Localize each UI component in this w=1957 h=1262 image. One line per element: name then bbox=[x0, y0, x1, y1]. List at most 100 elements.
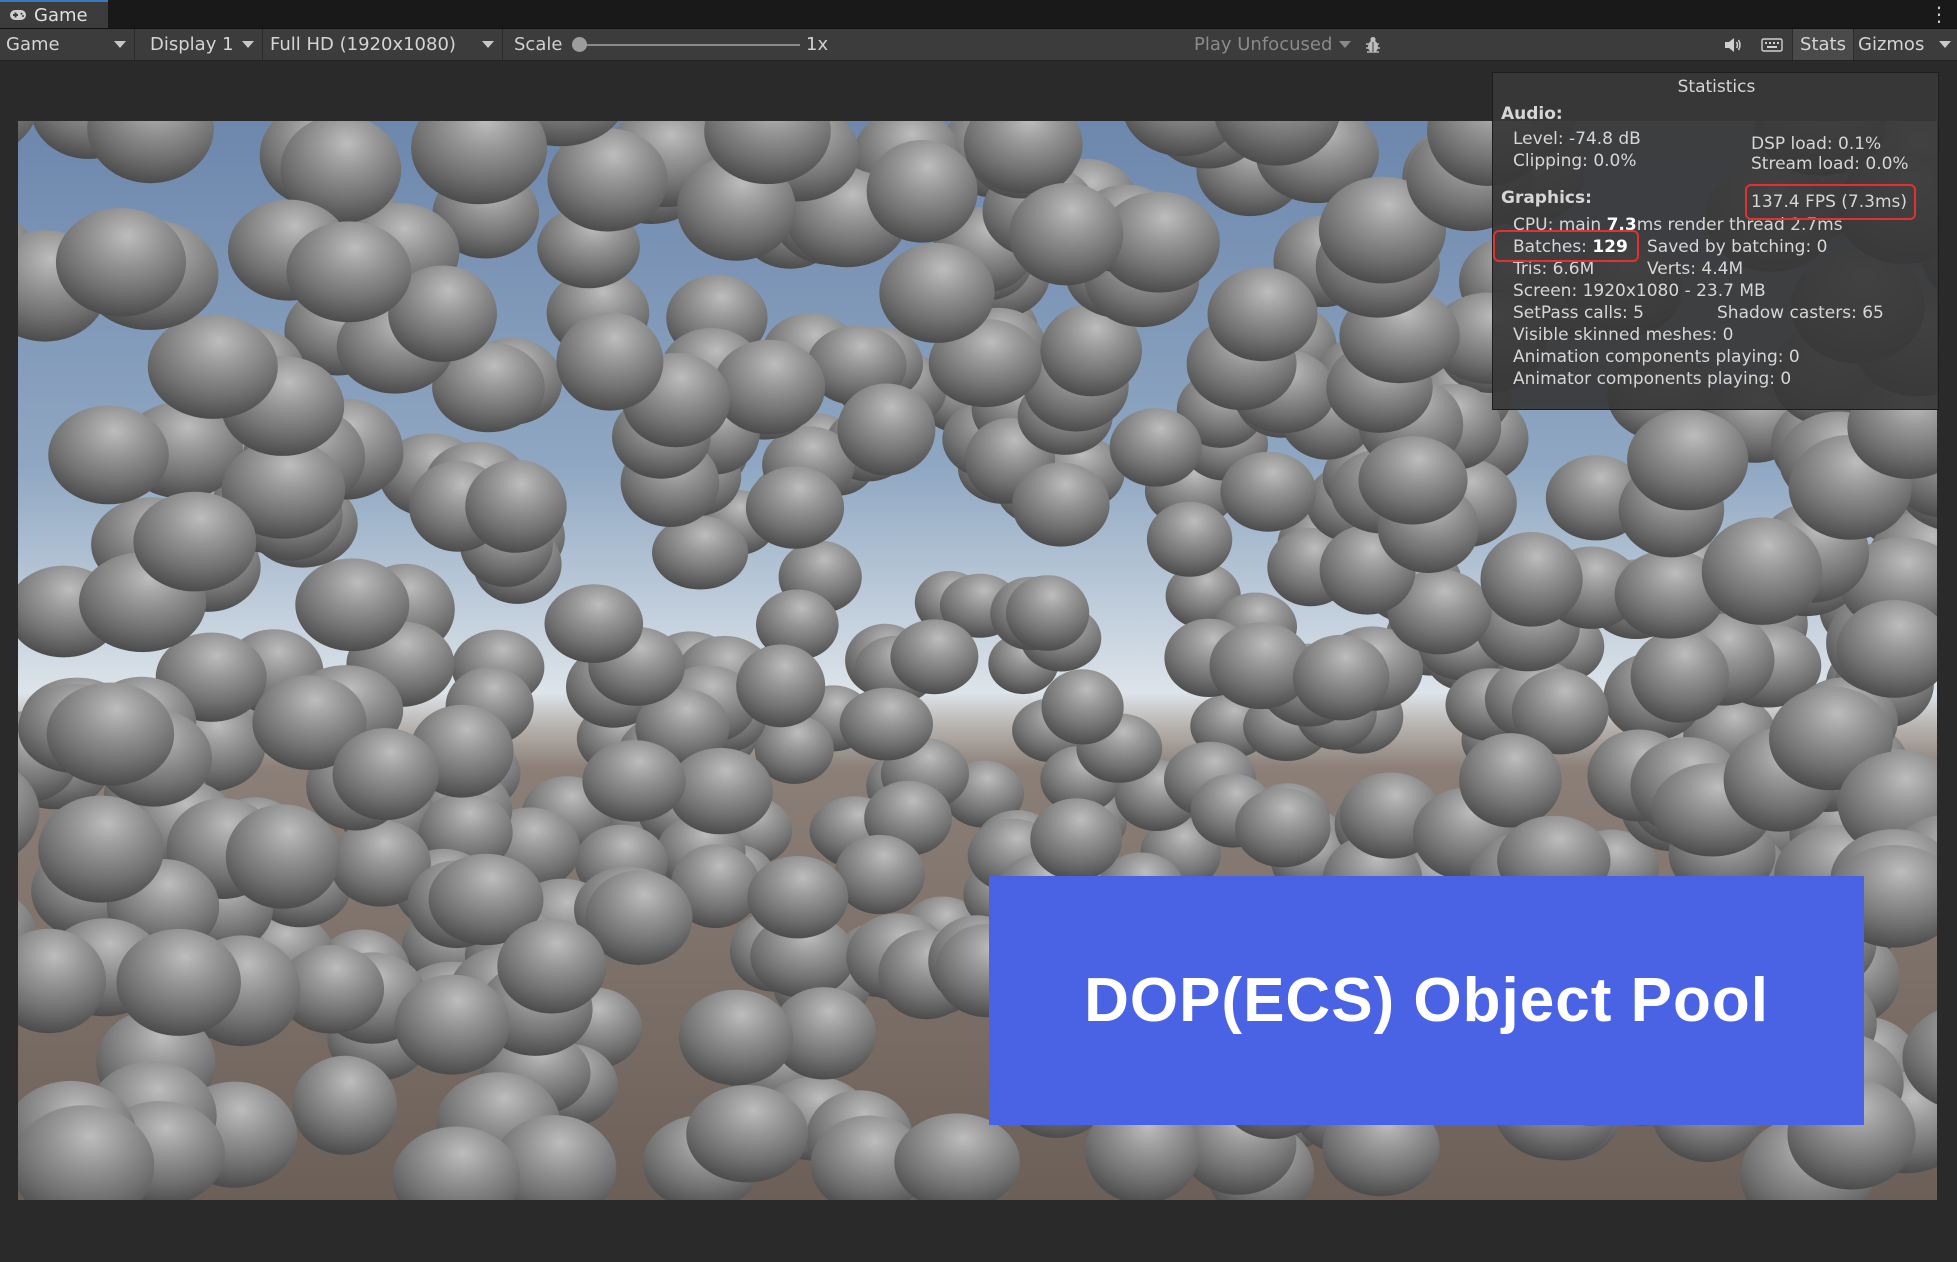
sphere-object bbox=[465, 459, 567, 553]
sphere-object bbox=[1292, 634, 1390, 721]
saved-by-batching: Saved by batching: 0 bbox=[1647, 237, 1828, 257]
chevron-down-icon bbox=[482, 41, 494, 48]
sphere-object bbox=[1220, 451, 1317, 532]
gizmos-dropdown[interactable]: Gizmos bbox=[1852, 29, 1957, 60]
visible-skinned-meshes: Visible skinned meshes: 0 bbox=[1513, 325, 1734, 345]
chevron-down-icon bbox=[1339, 41, 1352, 48]
chevron-down-icon bbox=[114, 41, 126, 48]
batches-highlight-box bbox=[1493, 230, 1639, 262]
sphere-object bbox=[1207, 267, 1318, 362]
display-dropdown[interactable]: Display 1 bbox=[143, 29, 263, 60]
sphere-object bbox=[1012, 462, 1110, 547]
sphere-object bbox=[745, 466, 845, 549]
sphere-object bbox=[1009, 183, 1124, 286]
sphere-object bbox=[1459, 733, 1562, 828]
audio-level: Level: -74.8 dB bbox=[1513, 129, 1641, 149]
chevron-down-icon bbox=[1939, 41, 1951, 48]
game-view-toolbar: Game Display 1 Full HD (1920x1080) Scale… bbox=[0, 29, 1957, 61]
scale-slider-thumb[interactable] bbox=[572, 37, 587, 52]
sphere-object bbox=[866, 140, 978, 243]
sphere-object bbox=[1701, 517, 1823, 625]
setpass-calls: SetPass calls: 5 bbox=[1513, 303, 1644, 323]
sphere-object bbox=[38, 795, 164, 903]
sphere-object bbox=[46, 682, 175, 786]
animation-components: Animation components playing: 0 bbox=[1513, 347, 1800, 367]
bug-icon bbox=[1366, 36, 1380, 53]
dsp-load: DSP load: 0.1% bbox=[1751, 134, 1882, 154]
sphere-object bbox=[1480, 532, 1583, 627]
sphere-object bbox=[1358, 436, 1468, 525]
audio-header: Audio: bbox=[1501, 104, 1563, 124]
sphere-object bbox=[48, 405, 169, 505]
sphere-object bbox=[394, 974, 510, 1075]
sphere-object bbox=[116, 928, 241, 1036]
sphere-object bbox=[837, 383, 936, 476]
statistics-title: Statistics bbox=[1677, 77, 1756, 97]
sphere-object bbox=[133, 491, 257, 592]
sphere-object bbox=[332, 728, 439, 821]
sphere-object bbox=[686, 1085, 809, 1183]
scale-slider-track[interactable] bbox=[578, 44, 800, 46]
sphere-object bbox=[713, 339, 826, 435]
title-banner: DOP(ECS) Object Pool bbox=[989, 876, 1864, 1125]
sphere-object bbox=[582, 740, 686, 822]
resolution-dropdown[interactable]: Full HD (1920x1080) bbox=[263, 29, 503, 60]
sphere-object bbox=[1627, 409, 1749, 511]
sphere-object bbox=[834, 834, 925, 915]
sphere-object bbox=[225, 804, 340, 909]
screen-info: Screen: 1920x1080 - 23.7 MB bbox=[1513, 281, 1766, 301]
sphere-object bbox=[1041, 669, 1124, 745]
statistics-panel: Statistics Audio: Level: -74.8 dB Clippi… bbox=[1492, 72, 1939, 410]
sphere-object bbox=[1006, 575, 1090, 651]
verts-count: Verts: 4.4M bbox=[1647, 259, 1744, 279]
shadow-casters: Shadow casters: 65 bbox=[1717, 303, 1884, 323]
scale-value: 1x bbox=[806, 34, 829, 55]
mute-audio-button[interactable] bbox=[1714, 29, 1752, 60]
fps-highlight-box bbox=[1745, 184, 1916, 220]
sphere-object bbox=[839, 687, 933, 761]
sphere-object bbox=[295, 558, 410, 652]
play-mode-label: Play Unfocused bbox=[1194, 34, 1333, 55]
sphere-object bbox=[736, 644, 826, 728]
more-options-icon[interactable]: ⋮ bbox=[1929, 2, 1949, 26]
stats-toggle-button[interactable]: Stats bbox=[1792, 29, 1854, 60]
keyboard-icon bbox=[1761, 37, 1783, 52]
game-tab[interactable]: Game bbox=[0, 0, 108, 28]
sphere-object bbox=[147, 314, 278, 419]
sphere-object bbox=[1146, 501, 1233, 577]
sphere-object bbox=[55, 208, 187, 317]
gizmos-label: Gizmos bbox=[1858, 34, 1925, 55]
sphere-object bbox=[890, 619, 979, 695]
resolution-label: Full HD (1920x1080) bbox=[270, 34, 456, 55]
speaker-icon bbox=[1725, 37, 1741, 52]
scale-label: Scale bbox=[514, 34, 563, 55]
view-mode-label: Game bbox=[6, 34, 60, 55]
window-tab-bar: Game ⋮ bbox=[0, 0, 1957, 29]
debug-bug-button[interactable] bbox=[1355, 29, 1391, 60]
sphere-object bbox=[497, 918, 607, 1014]
stream-load: Stream load: 0.0% bbox=[1751, 154, 1909, 174]
sphere-object bbox=[1235, 787, 1331, 868]
gamepad-icon bbox=[9, 6, 27, 25]
audio-clipping: Clipping: 0.0% bbox=[1513, 151, 1637, 171]
sphere-object bbox=[286, 221, 412, 323]
graphics-header: Graphics: bbox=[1501, 188, 1592, 208]
banner-title: DOP(ECS) Object Pool bbox=[1084, 966, 1769, 1035]
play-mode-dropdown[interactable]: Play Unfocused bbox=[1194, 29, 1354, 60]
sphere-object bbox=[1109, 408, 1202, 487]
animator-components: Animator components playing: 0 bbox=[1513, 369, 1792, 389]
keyboard-shortcuts-button[interactable] bbox=[1752, 29, 1792, 60]
display-label: Display 1 bbox=[150, 34, 234, 55]
sphere-object bbox=[544, 584, 644, 663]
sphere-object bbox=[556, 312, 664, 411]
game-tab-label: Game bbox=[34, 4, 88, 26]
sphere-object bbox=[1030, 798, 1123, 881]
view-mode-dropdown[interactable]: Game bbox=[0, 29, 135, 60]
stats-toggle-label: Stats bbox=[1800, 34, 1846, 55]
chevron-down-icon bbox=[242, 41, 254, 48]
sphere-object bbox=[678, 989, 794, 1086]
tris-count: Tris: 6.6M bbox=[1513, 259, 1595, 279]
sphere-object bbox=[292, 1055, 398, 1155]
sphere-object bbox=[879, 242, 995, 343]
sphere-object bbox=[1630, 629, 1730, 723]
